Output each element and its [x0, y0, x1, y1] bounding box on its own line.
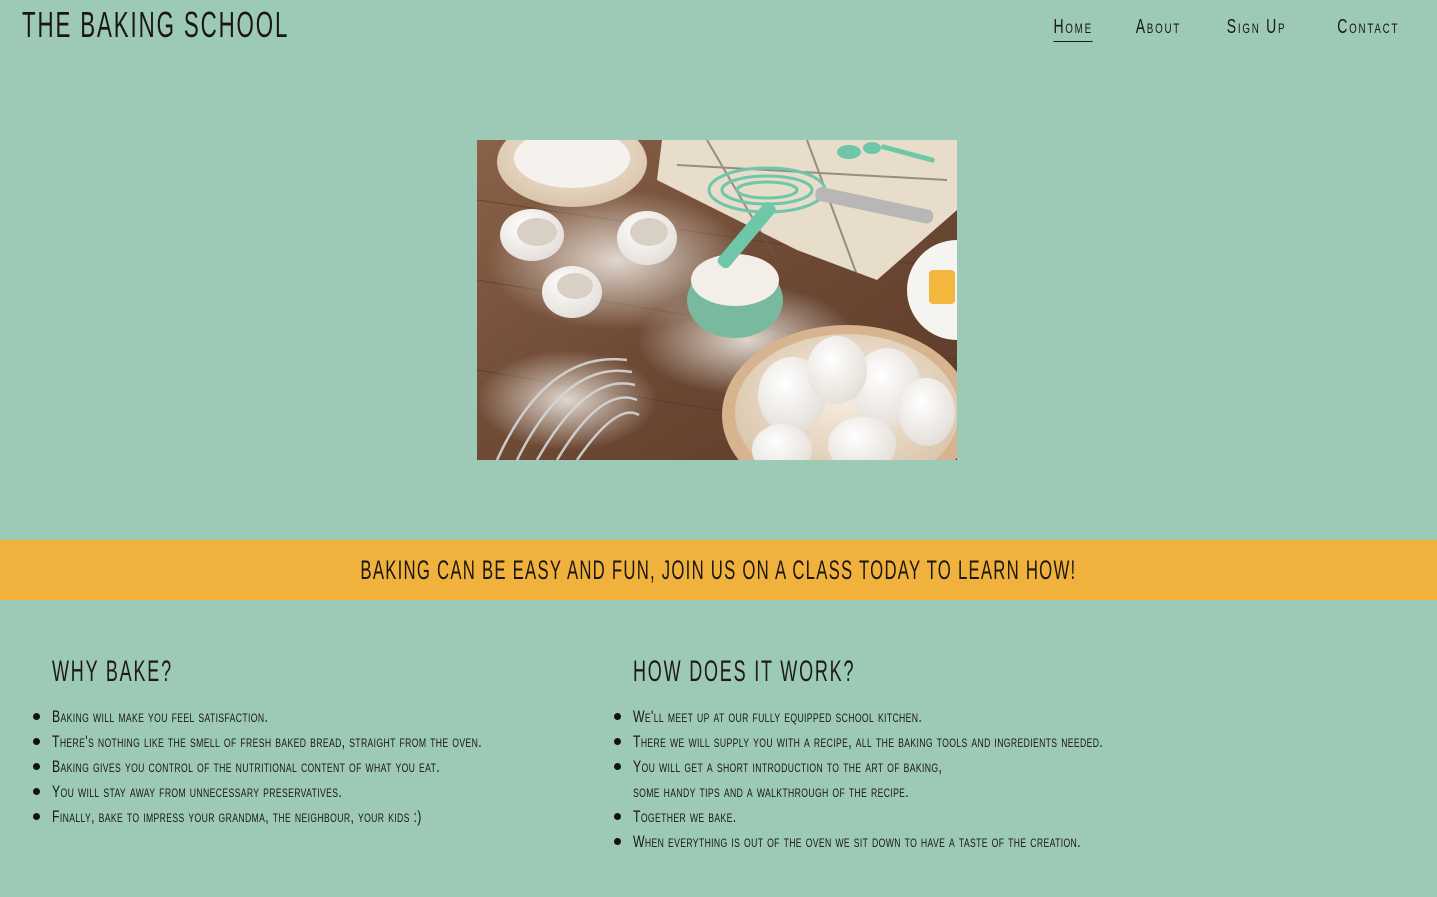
promo-banner: Baking can be easy and fun, join us on a…: [0, 540, 1437, 600]
main-nav: Home About Sign Up Contact: [1045, 16, 1412, 42]
hero-image: [477, 140, 957, 460]
list-item-continuation: some handy tips and a walkthrough of the…: [633, 782, 910, 801]
list-item: You will stay away from unnecessary pres…: [33, 779, 572, 804]
how-it-works-section: How does it work? We'll meet up at our f…: [614, 650, 1333, 854]
nav-home[interactable]: Home: [1053, 16, 1094, 42]
site-logo-text[interactable]: The Baking School: [22, 4, 289, 46]
list-item: When everything is out of the oven we si…: [614, 829, 1333, 854]
list-item: Baking will make you feel satisfaction.: [33, 704, 572, 729]
list-item: We'll meet up at our fully equipped scho…: [614, 704, 1333, 729]
nav-sign-up[interactable]: Sign Up: [1227, 16, 1287, 42]
list-item: There's nothing like the smell of fresh …: [33, 729, 572, 754]
how-it-works-list: We'll meet up at our fully equipped scho…: [614, 704, 1333, 854]
how-it-works-heading: How does it work?: [633, 655, 856, 688]
list-item: Finally, bake to impress your grandma, t…: [33, 804, 572, 829]
site-header: The Baking School Home About Sign Up Con…: [0, 0, 1437, 70]
nav-about[interactable]: About: [1135, 16, 1180, 42]
list-item: There we will supply you with a recipe, …: [614, 729, 1333, 754]
list-item: You will get a short introduction to the…: [614, 754, 1333, 804]
why-bake-section: Why bake? Baking will make you feel sati…: [33, 650, 572, 829]
banner-text: Baking can be easy and fun, join us on a…: [360, 554, 1077, 585]
list-item: Baking gives you control of the nutritio…: [33, 754, 572, 779]
why-bake-list: Baking will make you feel satisfaction. …: [33, 704, 572, 829]
why-bake-heading: Why bake?: [52, 655, 173, 688]
list-item: Together we bake.: [614, 804, 1333, 829]
baking-ingredients-illustration: [477, 140, 957, 460]
nav-contact[interactable]: Contact: [1337, 16, 1399, 42]
